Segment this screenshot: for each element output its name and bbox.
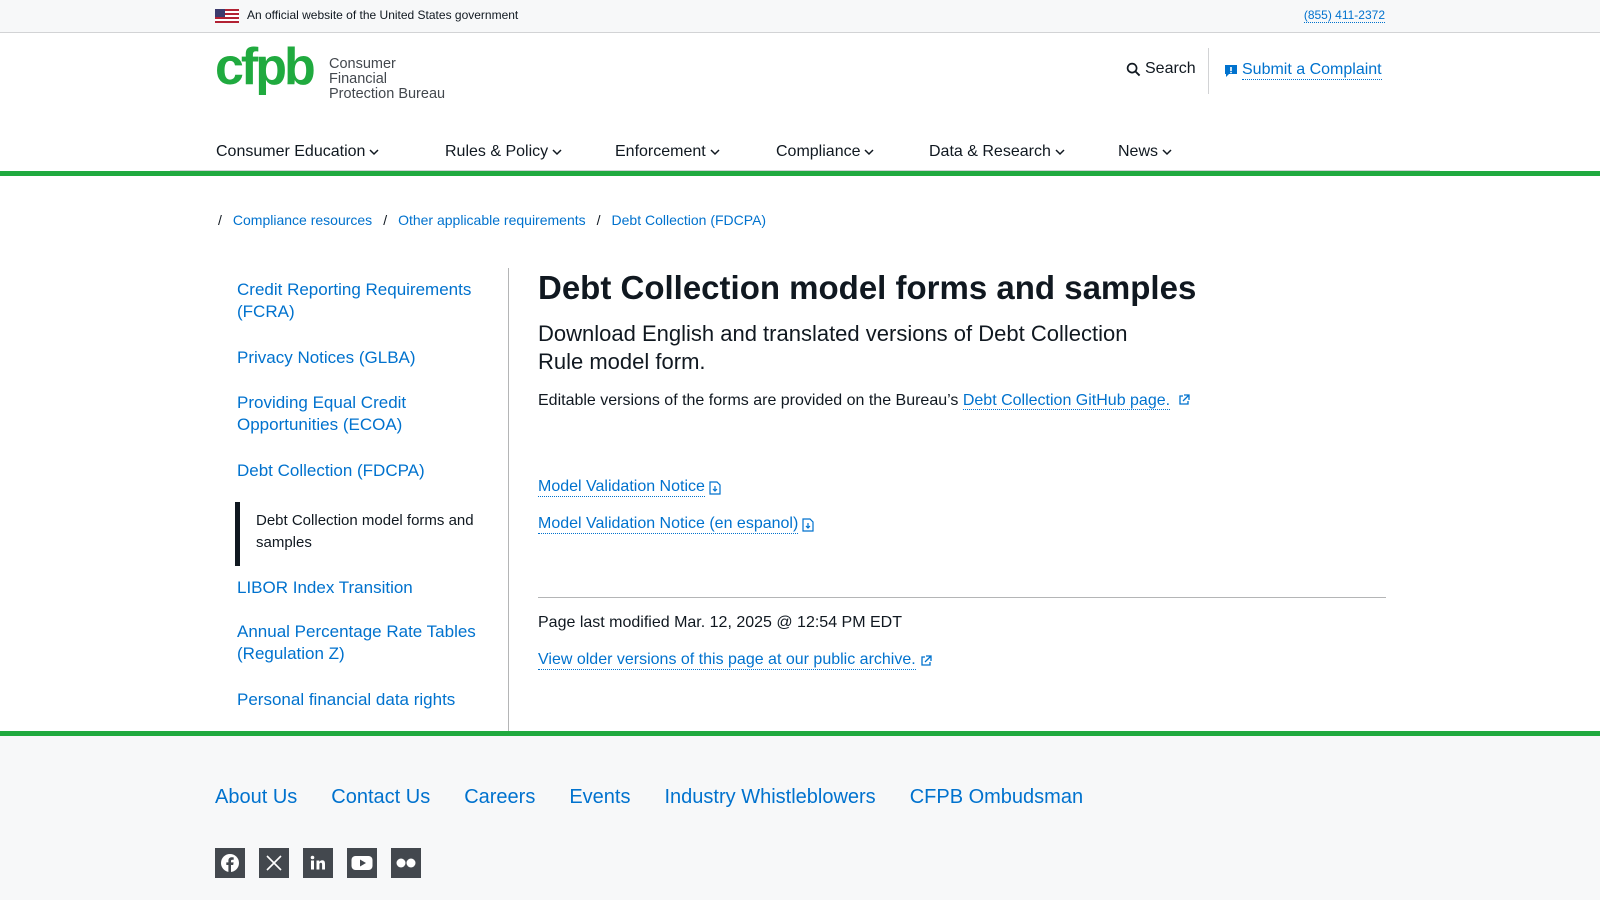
footer-events[interactable]: Events (569, 786, 630, 809)
document-label: Model Validation Notice (538, 478, 705, 497)
footer-contact-us[interactable]: Contact Us (331, 786, 430, 809)
breadcrumb: / Compliance resources / Other applicabl… (215, 212, 766, 228)
phone-link[interactable]: (855) 411-2372 (1303, 8, 1385, 23)
editable-text: Editable versions of the forms are provi… (538, 392, 963, 409)
sidebar-item-fdcpa[interactable]: Debt Collection (FDCPA) (237, 460, 487, 482)
facebook-icon (221, 854, 239, 872)
lead-paragraph: Download English and translated versions… (538, 321, 1128, 374)
model-validation-notice-link[interactable]: Model Validation Notice (538, 478, 721, 497)
us-flag-icon (215, 9, 239, 23)
footer-about-us[interactable]: About Us (215, 786, 297, 809)
nav-compliance[interactable]: Compliance (759, 134, 892, 176)
nav-enforcement[interactable]: Enforcement (615, 134, 720, 170)
breadcrumb-other-requirements[interactable]: Other applicable requirements (398, 212, 586, 228)
content-divider (538, 597, 1386, 598)
external-link-icon (1178, 394, 1190, 405)
chevron-down-icon (1162, 149, 1172, 156)
document-label: Model Validation Notice (en espanol) (538, 515, 799, 534)
secondary-navigation: Credit Reporting Requirements (FCRA) Pri… (215, 268, 509, 732)
sidebar-item-current[interactable]: Debt Collection model forms and samples (235, 502, 485, 566)
x-link[interactable] (259, 848, 289, 878)
submit-complaint-button[interactable]: Submit a Complaint (1224, 61, 1382, 80)
nav-data-research[interactable]: Data & Research (929, 134, 1065, 170)
flickr-link[interactable] (391, 848, 421, 878)
sidebar-item-glba[interactable]: Privacy Notices (GLBA) (237, 347, 487, 369)
chevron-down-icon (552, 149, 562, 156)
youtube-icon (351, 856, 373, 870)
main-navigation: Consumer Education Rules & Policy Enforc… (0, 128, 1600, 176)
editable-forms-text: Editable versions of the forms are provi… (538, 390, 1386, 412)
page-title: Debt Collection model forms and samples (538, 269, 1197, 306)
pdf-document-icon (802, 517, 814, 532)
nav-label: Enforcement (615, 143, 706, 160)
chevron-down-icon (710, 149, 720, 156)
x-icon (266, 855, 282, 871)
chevron-down-icon (369, 149, 379, 156)
nav-label: Rules & Policy (445, 143, 549, 160)
facebook-link[interactable] (215, 848, 245, 878)
external-link-icon (921, 654, 932, 666)
official-website-text: An official website of the United States… (247, 8, 519, 22)
search-label: Search (1145, 60, 1196, 77)
header-divider (1208, 48, 1209, 94)
breadcrumb-separator: / (596, 212, 601, 228)
nav-label: Compliance (776, 143, 861, 160)
nav-consumer-education[interactable]: Consumer Education (216, 134, 379, 170)
last-modified-text: Page last modified Mar. 12, 2025 @ 12:54… (538, 614, 902, 631)
logo-agency-name: Consumer Financial Protection Bureau (329, 57, 455, 102)
footer: About Us Contact Us Careers Events Indus… (0, 736, 1600, 900)
complaint-label: Submit a Complaint (1242, 61, 1382, 80)
breadcrumb-debt-collection[interactable]: Debt Collection (FDCPA) (612, 212, 767, 228)
nav-news[interactable]: News (1118, 134, 1172, 170)
sidebar-item-apr-tables[interactable]: Annual Percentage Rate Tables (Regulatio… (237, 621, 487, 665)
footer-careers[interactable]: Careers (464, 786, 535, 809)
github-link[interactable]: Debt Collection GitHub page. (962, 392, 1171, 410)
social-links (215, 848, 421, 878)
search-button[interactable]: Search (1126, 60, 1196, 78)
public-archive-link[interactable]: View older versions of this page at our … (538, 651, 932, 670)
main-content: Debt Collection model forms and samples … (538, 268, 1386, 670)
breadcrumb-separator: / (383, 212, 388, 228)
footer-nav: About Us Contact Us Careers Events Indus… (215, 786, 1083, 809)
logo-wordmark: cfpb (215, 38, 316, 96)
logo-name-line1: Consumer Financial (329, 56, 396, 87)
logo-name-line2: Protection Bureau (329, 86, 446, 102)
footer-ombudsman[interactable]: CFPB Ombudsman (910, 786, 1083, 809)
nav-rules-policy[interactable]: Rules & Policy (445, 134, 562, 170)
breadcrumb-separator: / (218, 212, 222, 228)
breadcrumb-compliance-resources[interactable]: Compliance resources (233, 212, 372, 228)
complaint-icon (1225, 64, 1237, 77)
nav-green-rule (0, 171, 1600, 176)
sidebar-item-ecoa[interactable]: Providing Equal Credit Opportunities (EC… (237, 392, 487, 436)
flickr-icon (396, 858, 416, 868)
search-icon (1126, 62, 1141, 76)
chevron-down-icon (1055, 149, 1065, 156)
sidebar-item-fcra[interactable]: Credit Reporting Requirements (FCRA) (237, 279, 487, 323)
archive-label: View older versions of this page at our … (538, 651, 916, 670)
footer-whistleblowers[interactable]: Industry Whistleblowers (665, 786, 876, 809)
chevron-down-icon (864, 149, 875, 156)
sidebar-item-financial-data-rights[interactable]: Personal financial data rights (237, 689, 487, 711)
official-banner: An official website of the United States… (0, 0, 1600, 33)
nav-label: Consumer Education (216, 143, 366, 160)
model-validation-notice-espanol-link[interactable]: Model Validation Notice (en espanol) (538, 515, 814, 534)
nav-label: Data & Research (929, 143, 1051, 160)
linkedin-icon (310, 855, 325, 870)
youtube-link[interactable] (347, 848, 377, 878)
nav-label: News (1118, 143, 1159, 160)
cfpb-logo[interactable]: cfpb Consumer Financial Protection Burea… (215, 41, 455, 102)
pdf-document-icon (709, 480, 721, 495)
linkedin-link[interactable] (303, 848, 333, 878)
sidebar-item-libor[interactable]: LIBOR Index Transition (237, 577, 487, 599)
